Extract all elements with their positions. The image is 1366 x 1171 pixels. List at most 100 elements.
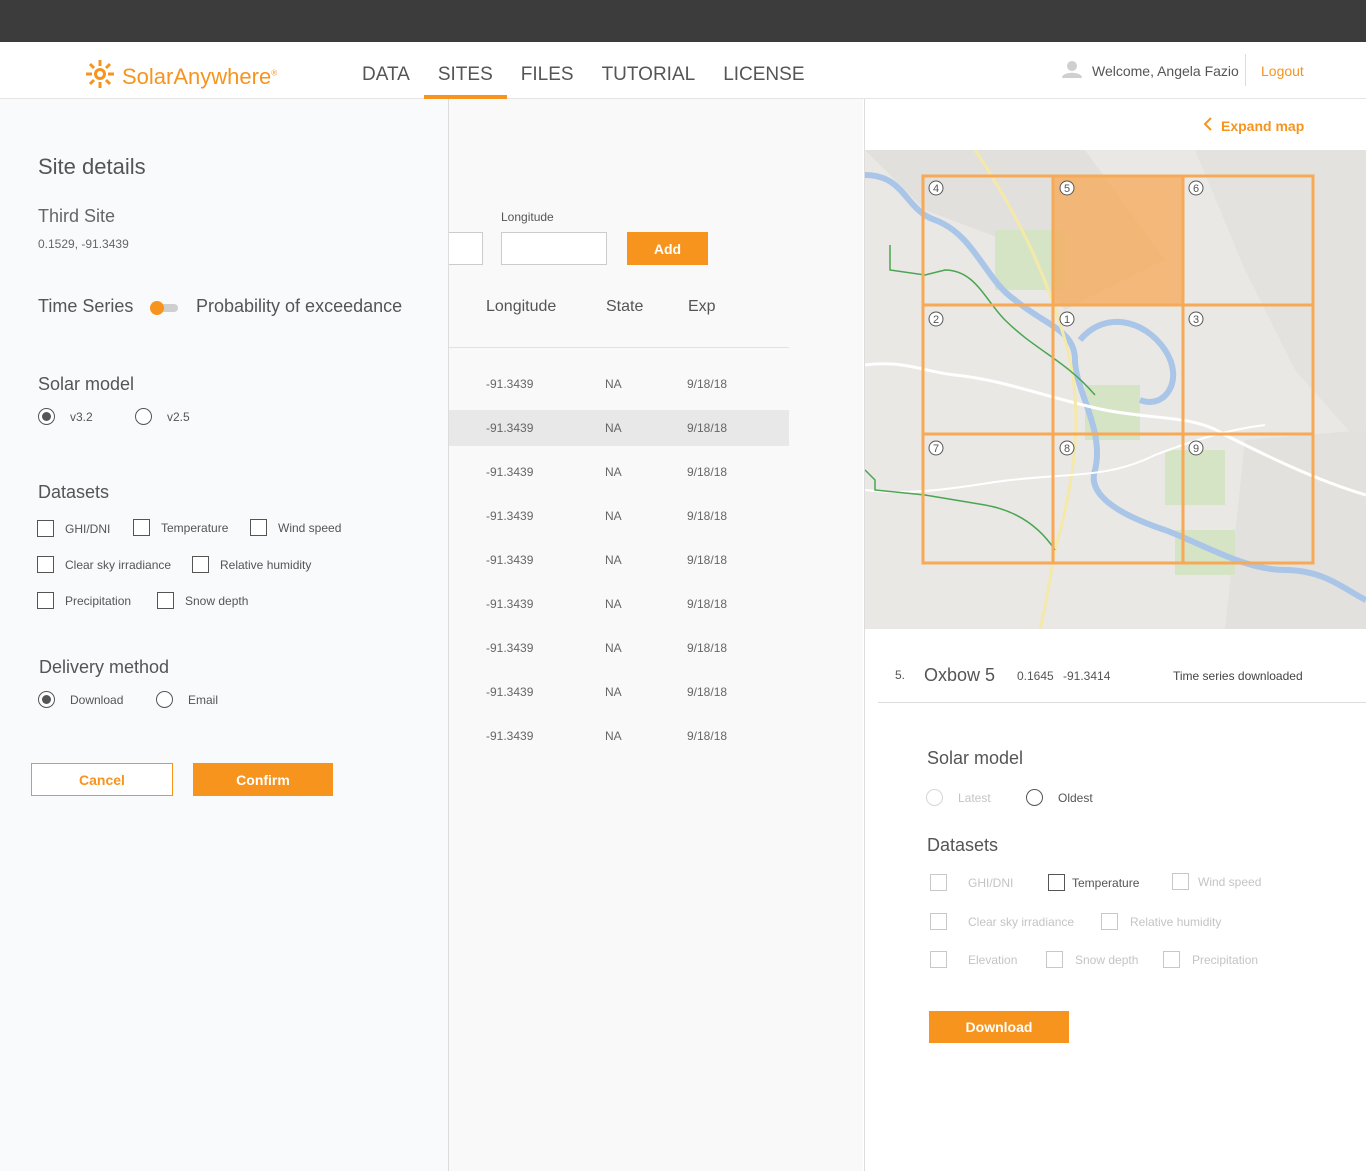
browser-top-bar <box>0 0 1366 42</box>
grid-label-7: 7 <box>933 443 939 455</box>
checkbox-icon <box>1046 951 1063 968</box>
poe-label: Probability of exceedance <box>196 296 403 316</box>
dataset-ghi-dni[interactable]: GHI/DNI <box>37 520 110 537</box>
grid-label-9: 9 <box>1193 443 1199 455</box>
site-coordinates: 0.1529, -91.3439 <box>38 237 129 251</box>
download-dataset-elevation[interactable]: Elevation <box>930 951 1017 968</box>
solar-model-heading: Solar model <box>38 374 135 394</box>
solar-model-oldest[interactable]: Oldest <box>1026 789 1093 806</box>
sun-icon <box>84 58 116 95</box>
column-header-exp[interactable]: Exp <box>688 298 716 316</box>
nav-data[interactable]: DATA <box>348 42 424 99</box>
dataset-wind-speed[interactable]: Wind speed <box>250 519 341 536</box>
cancel-button[interactable]: Cancel <box>31 763 173 796</box>
download-dataset-clear-sky[interactable]: Clear sky irradiance <box>930 913 1074 930</box>
column-header-longitude[interactable]: Longitude <box>486 298 556 316</box>
table-row[interactable]: -91.3439 NA 9/18/18 <box>448 586 789 622</box>
checkbox-icon <box>930 951 947 968</box>
panel-title: Site details <box>38 154 146 179</box>
table-row[interactable]: -91.3439 NA 9/18/18 <box>448 498 789 534</box>
checkbox-icon <box>37 520 54 537</box>
logout-link[interactable]: Logout <box>1261 63 1304 79</box>
radio-icon <box>926 789 943 806</box>
grid-label-5: 5 <box>1064 183 1070 195</box>
grid-label-4: 4 <box>933 183 939 195</box>
download-solar-model-heading: Solar model <box>927 748 1024 768</box>
user-avatar-icon <box>1062 60 1082 81</box>
longitude-input[interactable] <box>501 232 607 265</box>
header-divider <box>1245 54 1246 86</box>
download-dataset-precipitation[interactable]: Precipitation <box>1163 951 1258 968</box>
table-header-divider <box>448 347 789 348</box>
site-status: Time series downloaded <box>1173 669 1303 683</box>
table-row[interactable]: -91.3439 NA 9/18/18 <box>448 630 789 666</box>
nav-sites[interactable]: SITES <box>423 42 507 99</box>
expand-map-link[interactable]: Expand map <box>1203 117 1304 134</box>
solar-model-v32[interactable]: v3.2 <box>38 408 93 425</box>
site-map[interactable]: 4 5 6 2 1 3 7 8 9 <box>865 150 1366 629</box>
table-row[interactable]: -91.3439 NA 9/18/18 <box>448 674 789 710</box>
chevron-left-icon <box>1203 117 1213 134</box>
site-name: Third Site <box>38 206 116 226</box>
checkbox-icon <box>37 592 54 609</box>
selected-site-row[interactable]: 5. Oxbow 5 0.1645 -91.3414 Time series d… <box>878 660 1366 703</box>
table-row[interactable]: -91.3439 NA 9/18/18 <box>448 366 789 402</box>
welcome-text: Welcome, Angela Fazio <box>1092 62 1239 79</box>
brand-logo[interactable]: SolarAnywhere® <box>84 58 277 95</box>
solar-model-latest[interactable]: Latest <box>926 789 991 806</box>
radio-icon <box>1026 789 1043 806</box>
nav-tutorial[interactable]: TUTORIAL <box>588 42 710 99</box>
data-type-toggle[interactable] <box>150 301 178 315</box>
site-longitude: -91.3414 <box>1063 669 1111 683</box>
grid-label-3: 3 <box>1193 314 1199 326</box>
download-dataset-wind-speed[interactable]: Wind speed <box>1172 873 1261 890</box>
datasets-heading: Datasets <box>38 482 110 502</box>
table-row-selected[interactable]: -91.3439 NA 9/18/18 <box>448 410 789 446</box>
dataset-clear-sky[interactable]: Clear sky irradiance <box>37 556 171 573</box>
site-name: Oxbow 5 <box>924 665 996 685</box>
solar-model-v25[interactable]: v2.5 <box>135 408 190 425</box>
download-dataset-snow-depth[interactable]: Snow depth <box>1046 951 1138 968</box>
nav-files[interactable]: FILES <box>507 42 588 99</box>
brand-name: SolarAnywhere® <box>122 63 278 89</box>
radio-selected-icon <box>38 408 55 425</box>
dataset-snow-depth[interactable]: Snow depth <box>157 592 248 609</box>
checkbox-icon <box>930 913 947 930</box>
checkbox-icon <box>192 556 209 573</box>
table-row[interactable]: -91.3439 NA 9/18/18 <box>448 542 789 578</box>
download-datasets-heading: Datasets <box>927 835 999 855</box>
delivery-email[interactable]: Email <box>156 691 218 708</box>
time-series-label: Time Series <box>38 296 134 316</box>
radio-icon <box>156 691 173 708</box>
grid-label-6: 6 <box>1193 183 1199 195</box>
add-site-button[interactable]: Add <box>627 232 708 265</box>
radio-icon <box>135 408 152 425</box>
download-button[interactable]: Download <box>929 1011 1069 1043</box>
download-dataset-ghi-dni[interactable]: GHI/DNI <box>930 874 1013 891</box>
dataset-precipitation[interactable]: Precipitation <box>37 592 131 609</box>
grid-label-8: 8 <box>1064 443 1070 455</box>
checkbox-icon <box>37 556 54 573</box>
dataset-temperature[interactable]: Temperature <box>133 519 228 536</box>
delivery-download[interactable]: Download <box>38 691 123 708</box>
column-header-state[interactable]: State <box>606 298 643 316</box>
checkbox-icon <box>250 519 267 536</box>
checkbox-icon <box>1101 913 1118 930</box>
download-dataset-relative-humidity[interactable]: Relative humidity <box>1101 913 1221 930</box>
table-row[interactable]: -91.3439 NA 9/18/18 <box>448 718 789 754</box>
checkbox-icon <box>1172 873 1189 890</box>
site-latitude: 0.1645 <box>1017 669 1054 683</box>
map-graphic: 4 5 6 2 1 3 7 8 9 <box>865 150 1366 629</box>
download-dataset-temperature[interactable]: Temperature <box>1048 874 1139 891</box>
table-row[interactable]: -91.3439 NA 9/18/18 <box>448 454 789 490</box>
checkbox-icon <box>133 519 150 536</box>
grid-label-2: 2 <box>933 314 939 326</box>
delivery-heading: Delivery method <box>39 657 170 677</box>
confirm-button[interactable]: Confirm <box>193 763 333 796</box>
main-nav: DATA SITES FILES TUTORIAL LICENSE <box>348 42 819 99</box>
nav-license[interactable]: LICENSE <box>709 42 818 99</box>
latitude-input[interactable] <box>448 232 483 265</box>
site-number: 5. <box>895 668 906 682</box>
dataset-relative-humidity[interactable]: Relative humidity <box>192 556 311 573</box>
checkbox-icon <box>1163 951 1180 968</box>
